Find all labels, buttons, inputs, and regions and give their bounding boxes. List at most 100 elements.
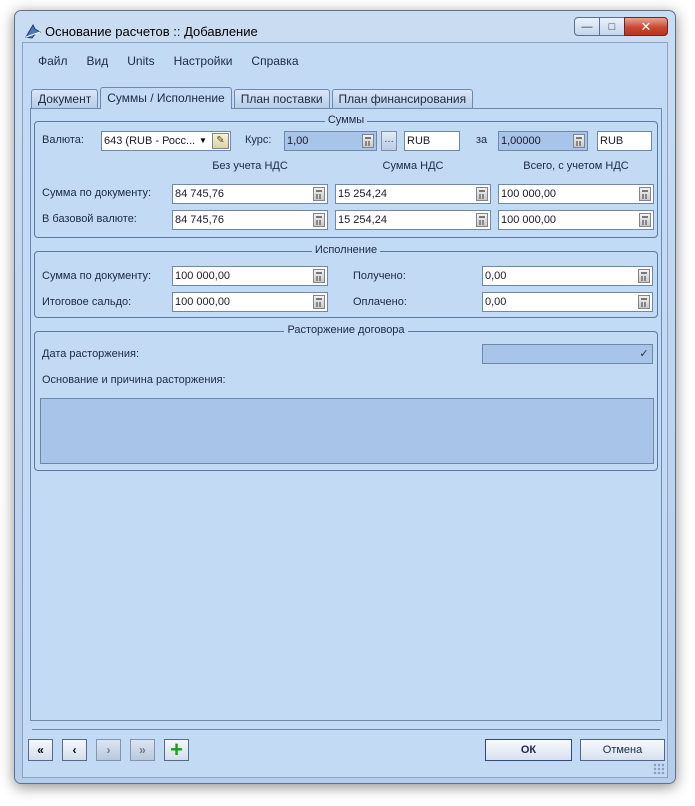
doc-sum-label: Сумма по документу: xyxy=(42,187,152,199)
group-sums-title: Суммы xyxy=(324,114,368,126)
calculator-icon[interactable] xyxy=(638,269,650,283)
add-record-button[interactable]: + xyxy=(164,739,189,761)
termination-date-field[interactable]: ✓ xyxy=(482,344,653,364)
chevron-left-icon: ‹ xyxy=(72,743,77,757)
picker-icon[interactable]: ✎ xyxy=(212,133,229,149)
calculator-icon[interactable] xyxy=(639,187,651,201)
maximize-button[interactable]: □ xyxy=(599,17,625,36)
col-header-vat: Сумма НДС xyxy=(382,160,444,172)
menu-bar: Файл Вид Units Настройки Справка xyxy=(23,43,667,79)
footer-separator xyxy=(32,729,660,730)
base-sum-net-field[interactable]: 84 745,76 xyxy=(172,210,328,230)
received-value: 0,00 xyxy=(485,270,507,282)
calculator-icon[interactable] xyxy=(362,134,374,148)
group-execution-title: Исполнение xyxy=(311,244,381,256)
tab-delivery-plan[interactable]: План поставки xyxy=(233,89,330,109)
per-currency-value: RUB xyxy=(600,135,624,147)
close-icon: ✕ xyxy=(640,18,652,34)
doc-sum-net-value: 84 745,76 xyxy=(175,188,224,200)
ok-button[interactable]: ОК xyxy=(485,739,572,761)
termination-reason-label: Основание и причина расторжения: xyxy=(42,374,226,386)
calculator-icon[interactable] xyxy=(313,295,325,309)
cancel-button[interactable]: Отмена xyxy=(580,739,665,761)
exec-doc-sum-value: 100 000,00 xyxy=(175,270,231,282)
rate-ellipsis-button[interactable]: … xyxy=(381,131,397,151)
group-execution: Исполнение Сумма по документу: 100 000,0… xyxy=(34,244,658,318)
double-chevron-left-icon: « xyxy=(37,743,44,757)
doc-sum-total-field[interactable]: 100 000,00 xyxy=(498,184,654,204)
menu-file[interactable]: Файл xyxy=(30,52,76,70)
exec-doc-sum-label: Сумма по документу: xyxy=(42,270,152,282)
calculator-icon[interactable] xyxy=(639,213,651,227)
chevron-right-icon: › xyxy=(106,743,111,757)
resize-grip-icon[interactable] xyxy=(653,763,665,775)
received-field[interactable]: 0,00 xyxy=(482,266,653,286)
tab-document[interactable]: Документ xyxy=(31,89,99,109)
base-sum-vat-value: 15 254,24 xyxy=(338,214,387,226)
menu-view[interactable]: Вид xyxy=(79,52,117,70)
menu-help[interactable]: Справка xyxy=(243,52,306,70)
per-currency-field[interactable]: RUB xyxy=(597,131,652,151)
doc-sum-total-value: 100 000,00 xyxy=(501,188,557,200)
app-icon xyxy=(25,23,42,39)
doc-sum-net-field[interactable]: 84 745,76 xyxy=(172,184,328,204)
first-record-button[interactable]: « xyxy=(28,739,53,761)
tab-panel: Суммы Валюта: 643 (RUB - Росс... ▼ ✎ Кур… xyxy=(30,108,662,721)
per-value: 1,00000 xyxy=(501,135,541,147)
doc-sum-vat-field[interactable]: 15 254,24 xyxy=(335,184,491,204)
per-label: за xyxy=(476,134,488,146)
client-area: Файл Вид Units Настройки Справка Докумен… xyxy=(22,42,668,778)
tab-strip: Документ Суммы / Исполнение План поставк… xyxy=(31,87,475,109)
doc-sum-vat-value: 15 254,24 xyxy=(338,188,387,200)
menu-settings[interactable]: Настройки xyxy=(166,52,241,70)
calculator-icon[interactable] xyxy=(313,269,325,283)
tab-financing-plan[interactable]: План финансирования xyxy=(331,89,474,109)
calculator-icon[interactable] xyxy=(573,134,585,148)
base-sum-vat-field[interactable]: 15 254,24 xyxy=(335,210,491,230)
chevron-down-icon[interactable]: ▼ xyxy=(196,132,210,150)
col-header-net: Без учета НДС xyxy=(212,160,288,172)
next-record-button[interactable]: › xyxy=(96,739,121,761)
minimize-icon: — xyxy=(581,20,593,33)
currency-value: 643 (RUB - Росс... xyxy=(104,135,196,147)
balance-field[interactable]: 100 000,00 xyxy=(172,292,328,312)
calculator-icon[interactable] xyxy=(476,187,488,201)
paid-field[interactable]: 0,00 xyxy=(482,292,653,312)
base-sum-total-field[interactable]: 100 000,00 xyxy=(498,210,654,230)
plus-icon: + xyxy=(170,737,183,762)
paid-label: Оплачено: xyxy=(353,296,407,308)
calculator-icon[interactable] xyxy=(476,213,488,227)
prev-record-button[interactable]: ‹ xyxy=(62,739,87,761)
window-title: Основание расчетов :: Добавление xyxy=(45,24,258,39)
base-sum-total-value: 100 000,00 xyxy=(501,214,557,226)
termination-reason-textarea[interactable] xyxy=(40,398,654,464)
double-chevron-right-icon: » xyxy=(139,743,146,757)
received-label: Получено: xyxy=(353,270,406,282)
group-sums: Суммы Валюта: 643 (RUB - Росс... ▼ ✎ Кур… xyxy=(34,114,658,238)
rate-label: Курс: xyxy=(245,134,272,146)
minimize-button[interactable]: — xyxy=(574,17,600,36)
termination-date-label: Дата расторжения: xyxy=(42,348,140,360)
last-record-button[interactable]: » xyxy=(130,739,155,761)
rate-field[interactable]: 1,00 xyxy=(284,131,377,151)
per-field[interactable]: 1,00000 xyxy=(498,131,588,151)
dialog-window: Основание расчетов :: Добавление — □ ✕ Ф… xyxy=(14,10,676,784)
checkmark-icon[interactable]: ✓ xyxy=(637,346,651,362)
currency-combo[interactable]: 643 (RUB - Росс... ▼ ✎ xyxy=(101,131,231,151)
group-termination-title: Расторжение договора xyxy=(284,324,408,336)
balance-value: 100 000,00 xyxy=(175,296,231,308)
calculator-icon[interactable] xyxy=(638,295,650,309)
group-termination: Расторжение договора Дата расторжения: ✓… xyxy=(34,324,658,471)
exec-doc-sum-field[interactable]: 100 000,00 xyxy=(172,266,328,286)
rate-currency-field[interactable]: RUB xyxy=(404,131,460,151)
close-button[interactable]: ✕ xyxy=(624,17,668,36)
calculator-icon[interactable] xyxy=(313,187,325,201)
maximize-icon: □ xyxy=(608,20,616,33)
base-sum-label: В базовой валюте: xyxy=(42,213,137,225)
base-sum-net-value: 84 745,76 xyxy=(175,214,224,226)
tab-sums-execution[interactable]: Суммы / Исполнение xyxy=(100,87,232,109)
menu-units[interactable]: Units xyxy=(119,52,162,70)
rate-currency-value: RUB xyxy=(407,135,431,147)
currency-label: Валюта: xyxy=(42,134,84,146)
calculator-icon[interactable] xyxy=(313,213,325,227)
